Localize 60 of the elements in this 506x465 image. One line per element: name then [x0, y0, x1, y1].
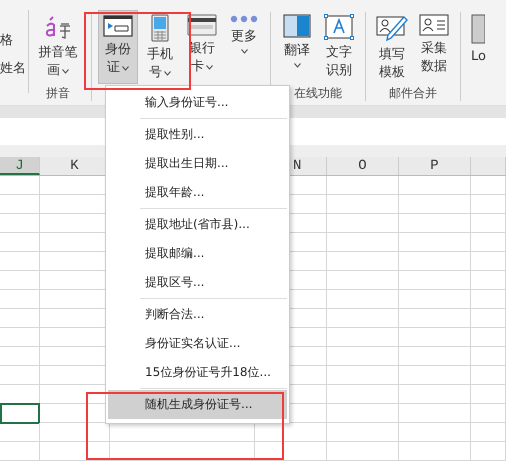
button-label: 手机: [147, 46, 173, 64]
ribbon-button[interactable]: Lo: [467, 10, 491, 84]
ribbon-button[interactable]: 文字 识别: [319, 10, 359, 84]
ribbon-label[interactable]: 姓名: [0, 58, 28, 76]
id-card-icon: [103, 15, 133, 37]
pinyin-icon: [43, 14, 73, 40]
ribbon-button[interactable]: 翻译: [277, 10, 317, 84]
caret-icon: [62, 68, 69, 74]
ribbon-button[interactable]: 拼音笔 画: [38, 10, 78, 84]
menu-item[interactable]: 输入身份证号...: [108, 88, 287, 117]
partial-icon: [471, 14, 485, 44]
button-label: 文字: [326, 44, 352, 62]
menu-item[interactable]: 身份证实名认证...: [108, 329, 287, 358]
button-label: 翻译: [284, 42, 310, 60]
column-header[interactable]: J: [0, 157, 40, 175]
menu-item[interactable]: 判断合法...: [108, 300, 287, 329]
button-label: 模板: [379, 64, 405, 82]
button-label: 证: [107, 59, 120, 77]
group-label: 邮件合并: [389, 85, 437, 101]
button-label: 拼音笔: [38, 44, 78, 62]
column-header[interactable]: O: [327, 157, 399, 175]
button-label: 身份: [105, 41, 131, 59]
ribbon-button[interactable]: 填写 模板: [372, 10, 412, 84]
button-label: 号: [149, 64, 162, 82]
button-label: 数据: [421, 58, 447, 76]
contact-card-icon: [419, 14, 449, 36]
translate-icon: [283, 14, 311, 38]
group-label: 拼音: [46, 85, 70, 101]
ribbon-label[interactable]: 格: [0, 30, 28, 48]
form-pencil-icon: [376, 14, 408, 42]
menu-item[interactable]: 提取性别...: [108, 120, 287, 149]
group-label: 在线功能: [294, 85, 342, 101]
button-label: 画: [47, 62, 60, 80]
phone-icon: [151, 14, 169, 42]
menu-item[interactable]: 提取地址(省市县)...: [108, 210, 287, 239]
caret-icon: [206, 64, 213, 70]
more-icon: [229, 14, 259, 24]
column-header[interactable]: P: [399, 157, 471, 175]
ribbon-button[interactable]: 手机 号: [140, 10, 180, 84]
menu-item[interactable]: 提取年龄...: [108, 178, 287, 207]
bank-card-icon: [187, 14, 217, 36]
menu-item[interactable]: 提取邮编...: [108, 239, 287, 268]
button-label: 填写: [379, 46, 405, 64]
menu-item[interactable]: 随机生成身份证号...: [108, 390, 287, 419]
ribbon-button[interactable]: 采集 数据: [414, 10, 454, 84]
button-label: 采集: [421, 40, 447, 58]
button-label: 卡: [191, 58, 204, 76]
ribbon-button[interactable]: 身份 证: [98, 10, 138, 84]
ribbon-button[interactable]: 更多: [224, 10, 264, 84]
caret-icon: [240, 49, 248, 54]
caret-icon: [122, 66, 129, 70]
menu-item[interactable]: 15位身份证号升18位...: [108, 358, 287, 387]
button-label: 识别: [326, 62, 352, 80]
table-cell[interactable]: [0, 403, 40, 424]
button-label: 更多: [231, 28, 257, 46]
menu-item[interactable]: 提取区号...: [108, 268, 287, 297]
caret-icon: [294, 63, 300, 68]
button-label: Lo: [471, 48, 486, 66]
caret-icon: [164, 70, 171, 76]
text-recognition-icon: [324, 14, 354, 40]
